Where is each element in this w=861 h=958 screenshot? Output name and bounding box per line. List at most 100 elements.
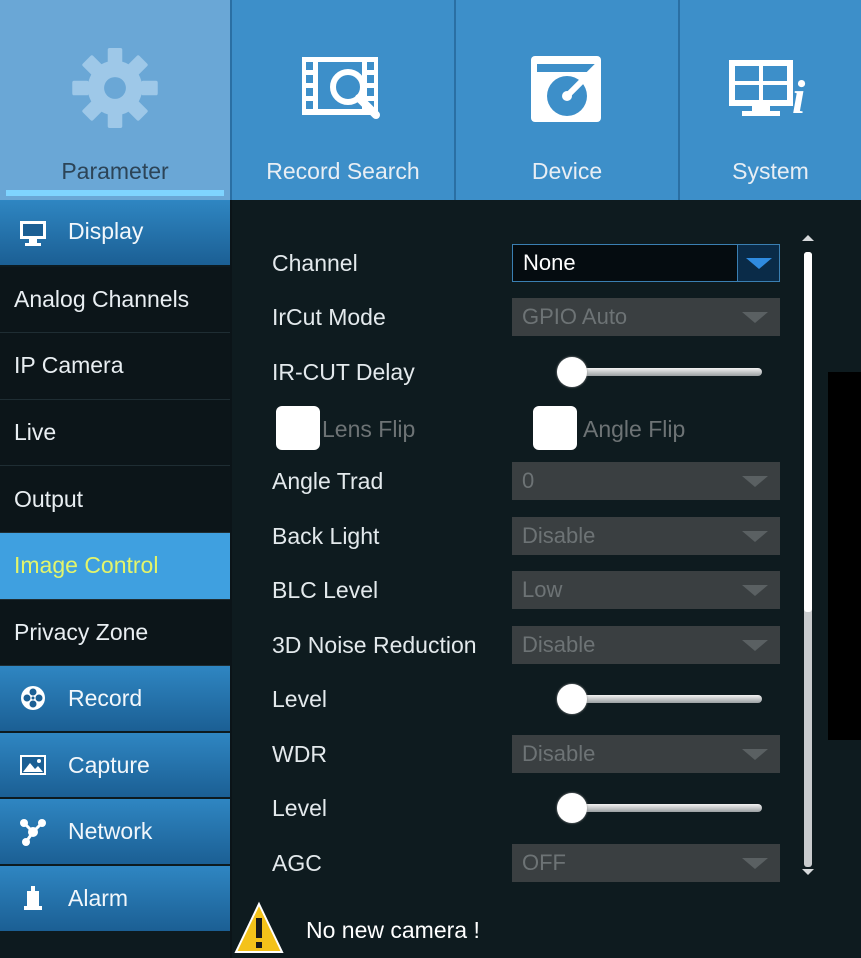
top-nav: Parameter Record Search Device i System bbox=[0, 0, 861, 200]
lens-flip-checkbox[interactable] bbox=[276, 406, 320, 450]
slider-knob[interactable] bbox=[557, 684, 587, 714]
tab-record-search-label: Record Search bbox=[266, 158, 420, 184]
sidebar-item-alarm[interactable]: Alarm bbox=[0, 865, 230, 933]
noise-reduction-row: 3D Noise Reduction Disable bbox=[272, 626, 782, 664]
chevron-down-icon bbox=[742, 476, 768, 487]
wdr-row: WDR Disable bbox=[272, 735, 782, 773]
sidebar-item-label: Live bbox=[14, 419, 57, 446]
disk-icon bbox=[517, 38, 617, 138]
wdr-value: Disable bbox=[522, 741, 596, 766]
channel-select[interactable]: None bbox=[512, 244, 780, 282]
tab-device-label: Device bbox=[531, 158, 603, 184]
sidebar-item-live[interactable]: Live bbox=[0, 399, 230, 467]
nr-level-slider[interactable] bbox=[557, 684, 762, 714]
chevron-down-icon bbox=[742, 858, 768, 869]
sidebar-item-analog-channels[interactable]: Analog Channels bbox=[0, 266, 230, 334]
angle-trad-select[interactable]: 0 bbox=[512, 462, 780, 500]
angle-trad-value: 0 bbox=[522, 468, 535, 493]
noise-reduction-select[interactable]: Disable bbox=[512, 626, 780, 664]
ircut-delay-label: IR-CUT Delay bbox=[272, 358, 415, 385]
agc-label: AGC bbox=[272, 849, 322, 876]
blc-level-value: Low bbox=[522, 577, 563, 602]
back-light-select[interactable]: Disable bbox=[512, 517, 780, 555]
monitor-icon bbox=[18, 218, 48, 248]
ircut-mode-label: IrCut Mode bbox=[272, 303, 386, 330]
film-search-icon bbox=[293, 38, 393, 138]
sidebar-item-label: Privacy Zone bbox=[14, 618, 149, 645]
gear-icon bbox=[65, 38, 165, 138]
tab-parameter[interactable]: Parameter bbox=[0, 0, 232, 200]
slider-knob[interactable] bbox=[557, 793, 587, 823]
network-icon bbox=[18, 817, 48, 847]
sidebar-item-label: Image Control bbox=[14, 552, 159, 579]
scroll-down-arrow[interactable] bbox=[802, 869, 814, 875]
chevron-down-icon bbox=[742, 585, 768, 596]
sidebar-item-capture[interactable]: Capture bbox=[0, 732, 230, 800]
ircut-delay-slider[interactable] bbox=[557, 357, 762, 387]
status-bar: No new camera ! bbox=[232, 900, 861, 958]
channel-value: None bbox=[523, 250, 576, 275]
angle-trad-label: Angle Trad bbox=[272, 467, 384, 494]
chevron-down-icon bbox=[742, 640, 768, 651]
back-light-label: Back Light bbox=[272, 522, 380, 549]
image-control-panel: Channel None IrCut Mode GPIO Auto IR-CUT… bbox=[232, 200, 861, 958]
alarm-icon bbox=[18, 883, 48, 913]
system-info-icon: i bbox=[721, 38, 821, 138]
chevron-down-icon bbox=[742, 531, 768, 542]
wdr-select[interactable]: Disable bbox=[512, 735, 780, 773]
noise-reduction-value: Disable bbox=[522, 632, 596, 657]
sidebar-item-label: Network bbox=[68, 818, 153, 845]
angle-flip-checkbox[interactable] bbox=[533, 406, 577, 450]
sidebar-item-label: IP Camera bbox=[14, 352, 124, 379]
nr-level-label: Level bbox=[272, 685, 327, 712]
blc-level-row: BLC Level Low bbox=[272, 571, 782, 609]
status-message: No new camera ! bbox=[306, 917, 480, 943]
chevron-down-icon bbox=[742, 749, 768, 760]
tab-record-search[interactable]: Record Search bbox=[232, 0, 456, 200]
sidebar-item-image-control[interactable]: Image Control bbox=[0, 532, 230, 600]
tab-system-label: System bbox=[732, 158, 809, 184]
ircut-mode-value: GPIO Auto bbox=[522, 304, 628, 329]
tab-system[interactable]: i System bbox=[680, 0, 861, 200]
angle-trad-row: Angle Trad 0 bbox=[272, 462, 782, 500]
film-reel-icon bbox=[18, 683, 48, 713]
picture-icon bbox=[18, 750, 48, 780]
sidebar-item-label: Alarm bbox=[68, 884, 129, 911]
blc-level-select[interactable]: Low bbox=[512, 571, 780, 609]
sidebar-item-record[interactable]: Record bbox=[0, 666, 230, 733]
sidebar-item-privacy-zone[interactable]: Privacy Zone bbox=[0, 599, 230, 667]
warning-icon bbox=[234, 900, 284, 956]
sidebar-item-label: Capture bbox=[68, 751, 150, 778]
chevron-down-icon[interactable] bbox=[737, 245, 779, 281]
agc-row: AGC OFF bbox=[272, 844, 782, 882]
noise-reduction-label: 3D Noise Reduction bbox=[272, 631, 477, 658]
ircut-mode-row: IrCut Mode GPIO Auto bbox=[272, 298, 782, 336]
back-light-row: Back Light Disable bbox=[272, 517, 782, 555]
svg-text:i: i bbox=[792, 71, 806, 123]
agc-value: OFF bbox=[522, 850, 566, 875]
sidebar-item-label: Output bbox=[14, 485, 84, 512]
sidebar-item-display[interactable]: Display bbox=[0, 200, 230, 267]
wdr-level-slider[interactable] bbox=[557, 793, 762, 823]
wdr-label: WDR bbox=[272, 740, 327, 767]
back-light-value: Disable bbox=[522, 523, 596, 548]
side-panel bbox=[828, 372, 861, 740]
tab-device[interactable]: Device bbox=[456, 0, 680, 200]
sidebar-item-ip-camera[interactable]: IP Camera bbox=[0, 333, 230, 400]
angle-flip-label: Angle Flip bbox=[583, 416, 686, 442]
scroll-up-arrow[interactable] bbox=[802, 235, 814, 241]
sidebar-item-network[interactable]: Network bbox=[0, 799, 230, 866]
chevron-down-icon bbox=[742, 312, 768, 323]
slider-knob[interactable] bbox=[557, 357, 587, 387]
wdr-level-label: Level bbox=[272, 794, 327, 821]
sidebar: Display Analog Channels IP Camera Live O… bbox=[0, 200, 230, 958]
ircut-mode-select[interactable]: GPIO Auto bbox=[512, 298, 780, 336]
scrollbar-thumb[interactable] bbox=[804, 252, 812, 612]
sidebar-item-output[interactable]: Output bbox=[0, 466, 230, 533]
ircut-delay-row: IR-CUT Delay bbox=[272, 353, 782, 391]
blc-level-label: BLC Level bbox=[272, 576, 379, 603]
channel-label: Channel bbox=[272, 249, 358, 276]
agc-select[interactable]: OFF bbox=[512, 844, 780, 882]
sidebar-item-label: Record bbox=[68, 684, 143, 711]
nr-level-row: Level bbox=[272, 680, 782, 718]
